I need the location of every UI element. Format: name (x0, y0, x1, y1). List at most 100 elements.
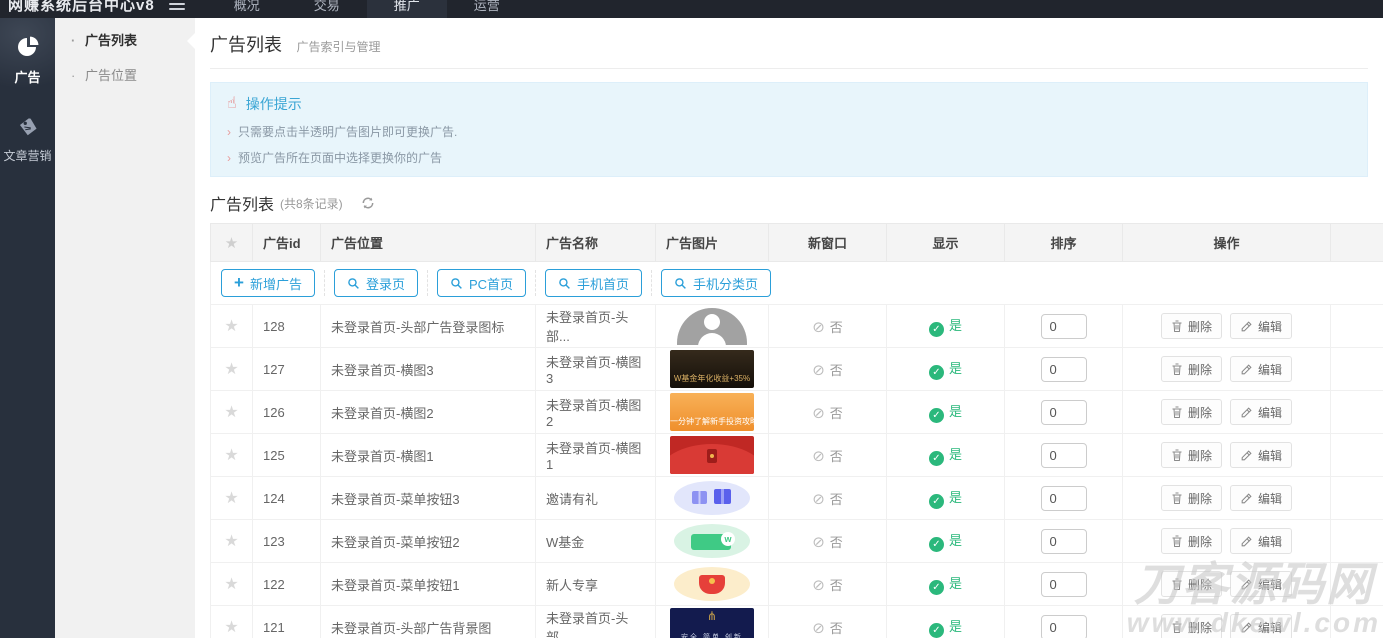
empty-cell (1330, 347, 1383, 391)
submenu-item-ad-position[interactable]: 广告位置 (55, 58, 195, 93)
sidebar-item-label: 文章营销 (3, 149, 52, 163)
ad-image-banner-dark[interactable]: W基金年化收益+35% (670, 350, 754, 388)
edit-button[interactable]: 编辑 (1230, 356, 1293, 382)
row-favorite-star[interactable]: ★ (210, 433, 253, 477)
row-favorite-star[interactable]: ★ (210, 519, 253, 563)
ad-id-cell: 122 (252, 562, 321, 606)
delete-button[interactable]: 删除 (1160, 442, 1222, 468)
sort-input[interactable] (1040, 528, 1087, 554)
delete-button[interactable]: 删除 (1160, 485, 1222, 511)
ad-image-banner-orange[interactable]: 一分钟了解新手投资攻略 (670, 393, 754, 431)
ad-image-cell: 一分钟了解新手投资攻略 (655, 390, 769, 434)
hamburger-icon[interactable] (168, 0, 185, 10)
check-circle-icon: ✓ (928, 322, 944, 337)
ad-image-cell: w (655, 519, 769, 563)
top-nav-item-2[interactable]: 交易 (287, 0, 367, 18)
refresh-icon[interactable] (361, 196, 375, 210)
trash-icon (1172, 535, 1182, 547)
trash-icon (1172, 363, 1182, 375)
edit-label: 编辑 (1258, 534, 1283, 549)
delete-button[interactable]: 删除 (1160, 399, 1222, 425)
column-header: 排序 (1004, 223, 1123, 262)
sort-input[interactable] (1040, 485, 1087, 511)
ad-name-cell: W基金 (535, 519, 656, 563)
favorite-column-header[interactable]: ★ (210, 223, 253, 262)
table-row: ★125未登录首页-横图1未登录首页-横图1⊘否✓是删除编辑 (210, 433, 1383, 477)
empty-cell (1330, 304, 1383, 348)
top-nav-item-3[interactable]: 推广 (366, 0, 447, 18)
filter-button-3[interactable]: 手机首页 (545, 269, 643, 297)
ad-image-banner-navy[interactable]: ⋔ 安全 简单 创新 (670, 608, 754, 638)
actions-cell: 删除 编辑 (1122, 519, 1331, 563)
table-row: ★122未登录首页-菜单按钮1新人专享⊘否✓是删除编辑 (210, 562, 1383, 606)
new-window-value: 否 (829, 362, 843, 378)
column-header: 操作 (1122, 223, 1331, 262)
ad-image-cell (655, 433, 769, 477)
gift-box-icon (692, 491, 707, 504)
delete-button[interactable]: 删除 (1160, 313, 1222, 339)
submenu-item-ad-list[interactable]: 广告列表 (55, 23, 195, 58)
sort-input[interactable] (1040, 571, 1087, 597)
row-favorite-star[interactable]: ★ (210, 476, 253, 520)
ad-image-banner-red[interactable] (670, 436, 754, 474)
edit-label: 编辑 (1258, 362, 1283, 377)
ad-image-icon-gift[interactable] (670, 479, 754, 517)
edit-button[interactable]: 编辑 (1230, 571, 1293, 597)
delete-label: 删除 (1187, 405, 1212, 420)
empty-cell (1330, 476, 1383, 520)
row-favorite-star[interactable]: ★ (210, 347, 253, 391)
edit-button[interactable]: 编辑 (1230, 442, 1293, 468)
filter-button-2[interactable]: PC首页 (436, 269, 527, 297)
new-window-cell: ⊘ 否 (768, 605, 887, 638)
edit-button[interactable]: 编辑 (1230, 313, 1293, 339)
sidebar-item-article-marketing[interactable]: 文章营销 (0, 98, 55, 176)
edit-button[interactable]: 编辑 (1230, 614, 1293, 638)
display-cell: ✓ 是 (886, 390, 1005, 434)
top-nav-item-4[interactable]: 运营 (447, 0, 527, 18)
ad-id-cell: 123 (252, 519, 321, 563)
delete-button[interactable]: 删除 (1160, 528, 1222, 554)
delete-button[interactable]: 删除 (1160, 571, 1222, 597)
top-nav-item-1[interactable]: 概况 (207, 0, 287, 18)
row-favorite-star[interactable]: ★ (210, 562, 253, 606)
ad-image-icon-redpacket[interactable] (670, 565, 754, 603)
ad-name-cell: 未登录首页-头部... (535, 304, 656, 348)
add-ad-button[interactable]: + 新增广告 (221, 269, 315, 297)
actions-cell: 删除 编辑 (1122, 347, 1331, 391)
ad-image-text: 一分钟了解新手投资攻略 (670, 417, 754, 426)
toolbar-separator (535, 270, 537, 296)
sidebar-item-ads[interactable]: 广告 (0, 18, 61, 98)
sort-input[interactable] (1040, 399, 1087, 425)
edit-label: 编辑 (1258, 405, 1283, 420)
ad-image-icon-fund[interactable]: w (670, 522, 754, 560)
sort-input[interactable] (1040, 313, 1087, 339)
edit-button[interactable]: 编辑 (1230, 399, 1293, 425)
filter-button-4[interactable]: 手机分类页 (661, 269, 772, 297)
row-favorite-star[interactable]: ★ (210, 605, 253, 638)
tag-icon (15, 114, 41, 140)
new-window-value: 否 (829, 319, 843, 335)
column-header: 广告位置 (320, 223, 536, 262)
filter-button-1[interactable]: 登录页 (333, 269, 418, 297)
edit-button[interactable]: 编辑 (1230, 528, 1293, 554)
sort-input[interactable] (1040, 442, 1087, 468)
delete-label: 删除 (1187, 577, 1212, 592)
tips-item: › 预览广告所在页面中选择更换你的广告 (227, 151, 443, 165)
edit-label: 编辑 (1258, 577, 1283, 592)
circle-slash-icon: ⊘ (812, 533, 825, 551)
edit-button[interactable]: 编辑 (1230, 485, 1293, 511)
delete-label: 删除 (1187, 620, 1212, 635)
display-cell: ✓ 是 (886, 605, 1005, 638)
delete-button[interactable]: 删除 (1160, 356, 1222, 382)
sort-input[interactable] (1040, 614, 1087, 638)
new-window-cell: ⊘ 否 (768, 562, 887, 606)
display-cell: ✓ 是 (886, 519, 1005, 563)
toolbar-separator (426, 270, 428, 296)
sort-cell (1004, 347, 1123, 391)
ad-image-avatar[interactable] (670, 307, 754, 345)
page-subtitle: 广告索引与管理 (296, 40, 381, 54)
row-favorite-star[interactable]: ★ (210, 304, 253, 348)
sort-input[interactable] (1040, 356, 1087, 382)
delete-button[interactable]: 删除 (1160, 614, 1222, 638)
row-favorite-star[interactable]: ★ (210, 390, 253, 434)
